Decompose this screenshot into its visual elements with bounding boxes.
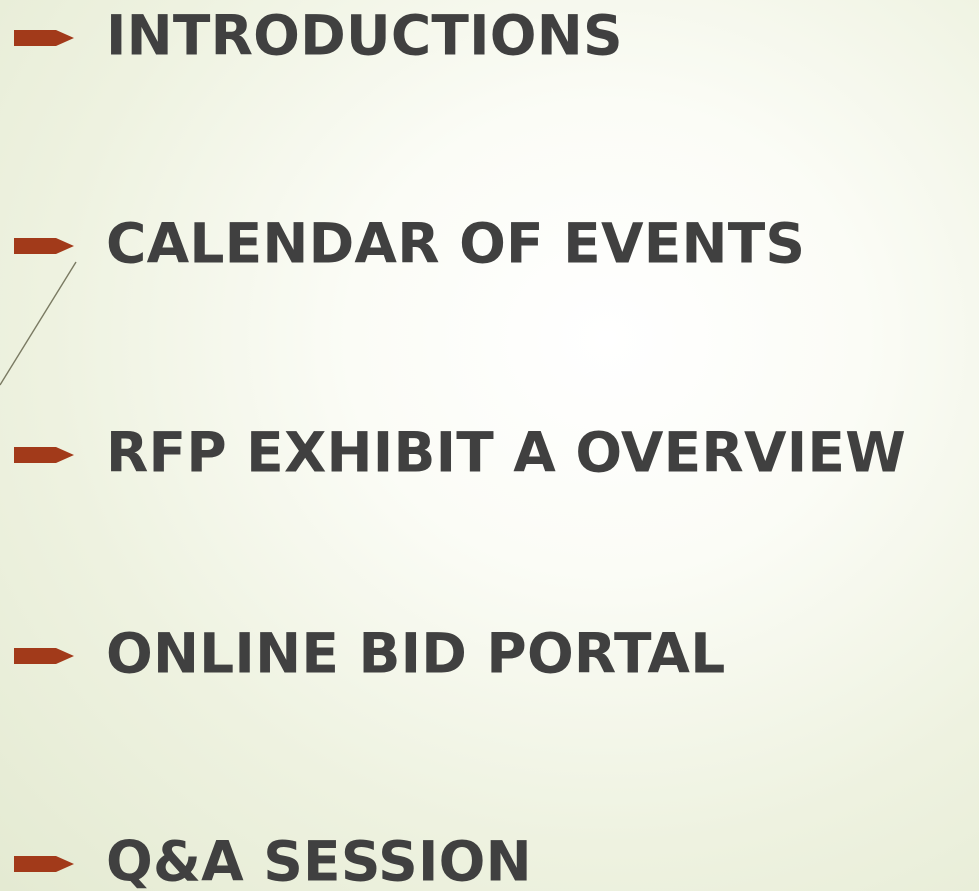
agenda-item-label: ONLINE BID PORTAL [106, 621, 726, 686]
arrow-bullet-icon [14, 235, 76, 257]
arrow-bullet-icon [14, 27, 76, 49]
arrow-bullet-icon [14, 645, 76, 667]
agenda-item-label: Q&A SESSION [106, 829, 532, 891]
agenda-item-label: CALENDAR OF EVENTS [106, 211, 806, 276]
agenda-item-rfp-exhibit-a-overview: RFP EXHIBIT A OVERVIEW [0, 413, 979, 493]
agenda-list: INTRODUCTIONS CALENDAR OF EVENTS RFP EXH… [0, 0, 979, 891]
agenda-item-label: INTRODUCTIONS [106, 3, 623, 68]
agenda-item-label: RFP EXHIBIT A OVERVIEW [106, 420, 907, 485]
arrow-bullet-icon [14, 444, 76, 466]
agenda-item-calendar-of-events: CALENDAR OF EVENTS [0, 204, 979, 284]
arrow-bullet-icon [14, 853, 76, 875]
agenda-item-introductions: INTRODUCTIONS [0, 0, 979, 76]
agenda-item-online-bid-portal: ONLINE BID PORTAL [0, 614, 979, 694]
agenda-item-qa-session: Q&A SESSION [0, 822, 979, 891]
